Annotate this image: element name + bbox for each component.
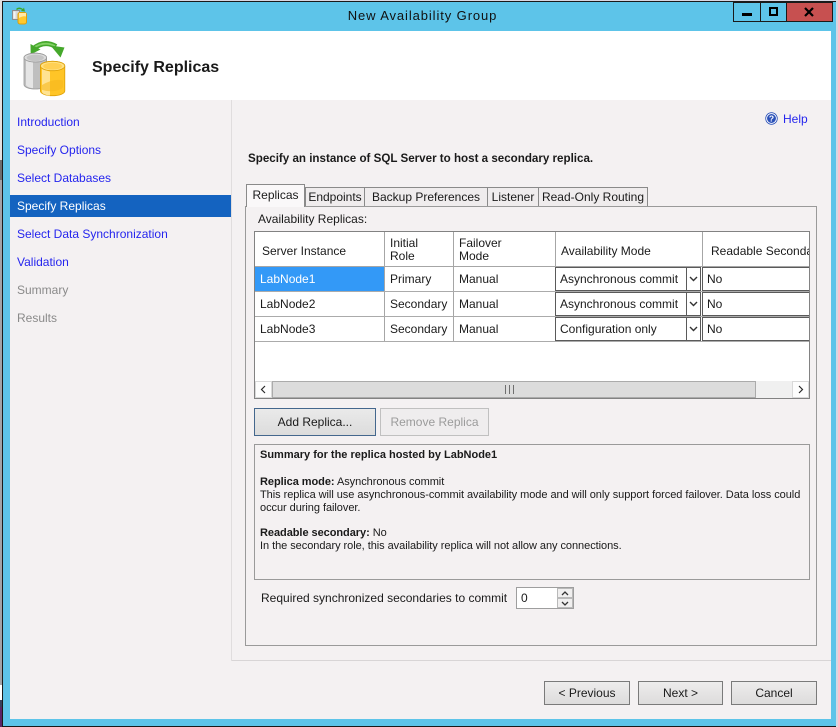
svg-text:?: ? <box>769 113 774 123</box>
